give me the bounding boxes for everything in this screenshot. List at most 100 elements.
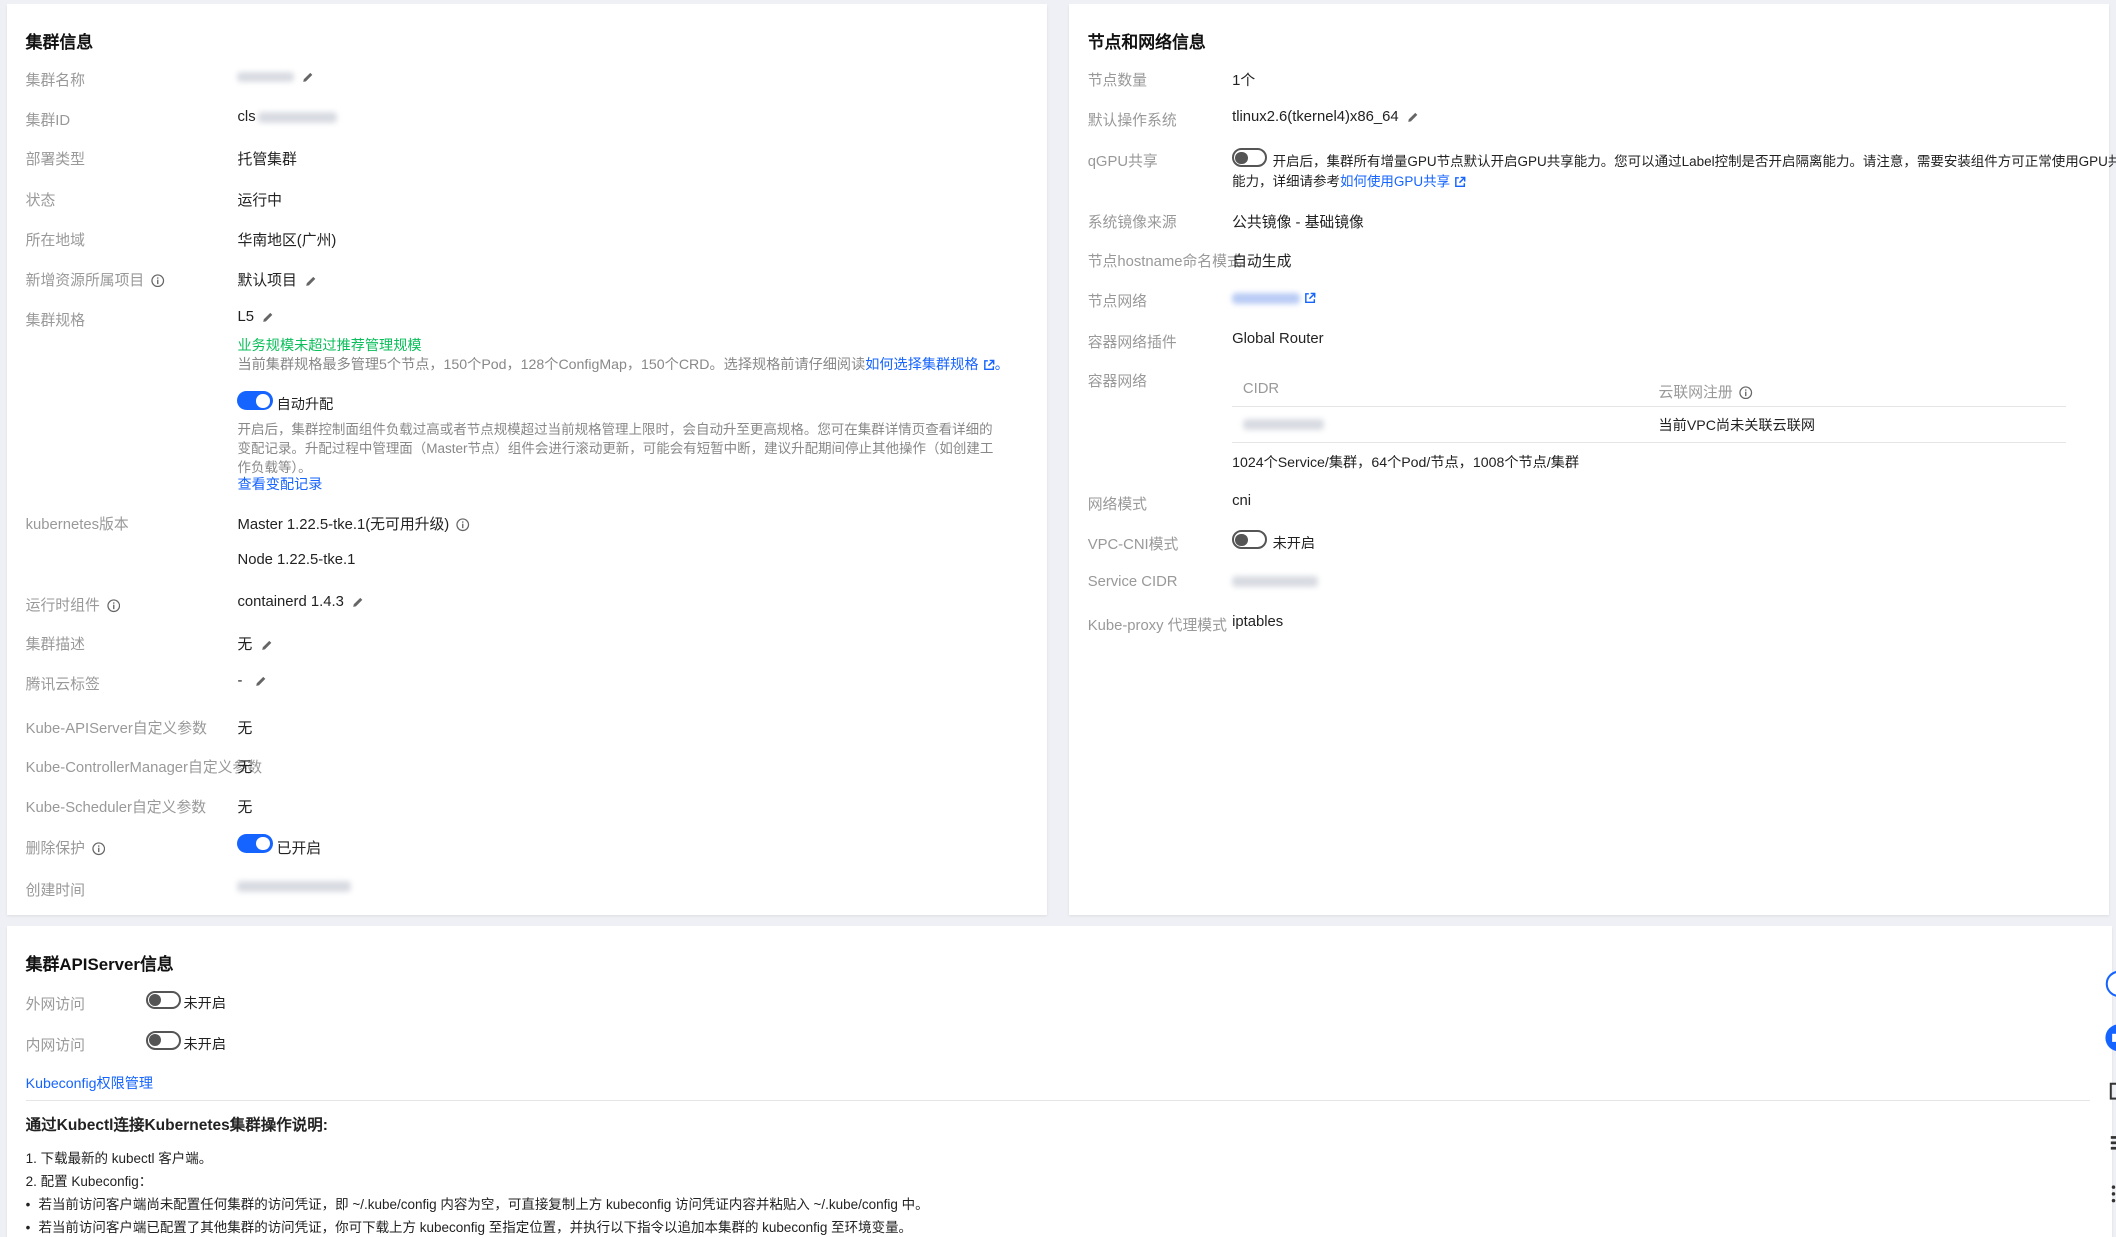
internal-access-label: 内网访问 [25, 1037, 85, 1054]
internal-access-status: 未开启 [183, 1036, 226, 1053]
project-label-text: 新增资源所属项目 [25, 272, 145, 289]
cluster-info-title: 集群信息 [25, 33, 94, 53]
node-network-label: 节点网络 [1087, 294, 1148, 311]
edit-pencil-icon[interactable] [1407, 111, 1419, 123]
internal-access-toggle[interactable] [145, 1031, 181, 1050]
controller-params-label: Kube-ControllerManager自定义参数 [25, 759, 263, 776]
table-row: 当前VPC尚未关联云联网 [1232, 407, 2067, 444]
document-icon[interactable] [2100, 1077, 2116, 1107]
info-icon[interactable] [1739, 386, 1753, 400]
external-link-icon[interactable] [1454, 176, 1466, 188]
cluster-id-prefix: cls [237, 109, 256, 126]
edit-pencil-icon[interactable] [255, 675, 267, 687]
runtime-value: containerd 1.4.3 [237, 594, 364, 610]
os-text: tlinux2.6(tkernel4)x86_64 [1232, 109, 1399, 126]
edit-pencil-icon[interactable] [302, 71, 314, 83]
like-icon[interactable] [2100, 1023, 2116, 1053]
guide-step-2: 2. 配置 Kubeconfig： [25, 1174, 153, 1189]
project-text: 默认项目 [237, 272, 297, 289]
floating-toolbar [2097, 961, 2116, 1217]
info-icon[interactable] [151, 274, 165, 288]
cluster-id-redacted [258, 111, 337, 123]
scheduler-params-value: 无 [237, 800, 253, 817]
edit-pencil-icon[interactable] [352, 596, 364, 608]
cni-plugin-label: 容器网络插件 [1087, 334, 1177, 351]
cluster-desc-label: 集群描述 [25, 636, 85, 653]
runtime-label-text: 运行时组件 [25, 597, 100, 614]
spec-guide-link[interactable]: 如何选择集群规格 [865, 357, 978, 373]
network-mode-label: 网络模式 [1087, 496, 1148, 513]
external-link-icon[interactable] [983, 359, 995, 371]
k8s-master-text: Master 1.22.5-tke.1(无可用升级) [237, 516, 450, 533]
table-header: CIDR 云联网注册 [1232, 368, 2067, 408]
spec-desc: 当前集群规格最多管理5个节点，150个Pod，128个ConfigMap，150… [237, 354, 1008, 374]
cluster-name-redacted [237, 71, 295, 83]
more-icon[interactable] [2100, 1179, 2116, 1209]
edit-pencil-icon[interactable] [262, 311, 274, 323]
bullet-dot: • [25, 1219, 31, 1235]
node-count-label: 节点数量 [1087, 72, 1148, 89]
kube-proxy-label: Kube-proxy 代理模式 [1087, 618, 1227, 635]
node-network-title: 节点和网络信息 [1087, 33, 1206, 53]
network-mode-value: cni [1232, 492, 1252, 509]
hostname-mode-value: 自动生成 [1232, 253, 1292, 270]
qgpu-guide-link[interactable]: 如何使用GPU共享 [1340, 174, 1450, 189]
tags-text: - [237, 673, 243, 690]
k8s-node-version: Node 1.22.5-tke.1 [237, 551, 356, 568]
k8s-master-version: Master 1.22.5-tke.1(无可用升级) [237, 513, 470, 534]
cni-plugin-value: Global Router [1232, 330, 1324, 347]
network-capacity: 1024个Service/集群，64个Pod/节点，1008个节点/集群 [1232, 455, 1580, 472]
edit-pencil-icon[interactable] [261, 639, 273, 651]
change-log-link[interactable]: 查看变配记录 [237, 474, 322, 494]
divider [25, 1099, 2091, 1102]
container-network-table: CIDR 云联网注册 当前VPC尚未关联云联网 [1232, 368, 2067, 444]
vpc-cni-status: 未开启 [1272, 536, 1316, 553]
guide-bullet-2-text: 若当前访问客户端已配置了其他集群的访问凭证，你可下载上方 kubeconfig … [38, 1219, 913, 1235]
cidr-cell [1242, 417, 1324, 433]
cluster-desc-text: 无 [237, 636, 253, 653]
info-icon[interactable] [106, 599, 120, 613]
kubeconfig-permission-link[interactable]: Kubeconfig权限管理 [26, 1073, 153, 1093]
help-circle-icon[interactable] [2100, 969, 2116, 999]
tags-label: 腾讯云标签 [25, 677, 100, 694]
delete-protect-toggle[interactable] [237, 833, 273, 853]
vpc-cni-toggle[interactable] [1232, 530, 1268, 550]
qgpu-desc2-text: 能力，详细请参考 [1232, 174, 1340, 190]
list-icon[interactable] [2100, 1128, 2116, 1158]
apiserver-title: 集群APIServer信息 [25, 955, 174, 975]
deploy-type-label: 部署类型 [25, 152, 85, 169]
cluster-name-value [237, 69, 314, 85]
cluster-id-label: 集群ID [25, 113, 71, 130]
region-label: 所在地域 [25, 233, 85, 250]
external-access-toggle[interactable] [145, 990, 181, 1010]
qgpu-desc-line2: 能力，详细请参考如何使用GPU共享 [1232, 170, 1466, 190]
spec-ok-text: 业务规模未超过推荐管理规模 [237, 337, 422, 354]
spec-text: L5 [237, 309, 254, 326]
vpc-link-redacted[interactable] [1232, 292, 1300, 304]
auto-upgrade-toggle[interactable] [237, 391, 273, 411]
cidr-header: CIDR [1242, 380, 1280, 397]
status-label: 状态 [25, 192, 56, 209]
created-time-label: 创建时间 [25, 882, 85, 899]
info-icon[interactable] [456, 518, 470, 532]
node-network-card: 节点和网络信息 节点数量 1个 默认操作系统 tlinux2.6(tkernel… [1068, 4, 2116, 915]
qgpu-label: qGPU共享 [1087, 153, 1158, 170]
runtime-label: 运行时组件 [26, 594, 120, 615]
created-time-value [237, 879, 351, 895]
delete-protect-label: 删除保护 [26, 837, 106, 858]
service-cidr-value [1232, 574, 1319, 590]
delete-protect-label-text: 删除保护 [25, 840, 85, 857]
cidr-redacted [1242, 419, 1324, 431]
cluster-desc-value: 无 [237, 633, 272, 654]
guide-bullet-2: • 若当前访问客户端已配置了其他集群的访问凭证，你可下载上方 kubeconfig… [26, 1216, 912, 1236]
info-icon[interactable] [92, 842, 105, 856]
edit-pencil-icon[interactable] [305, 275, 317, 287]
auto-upgrade-desc: 开启后，集群控制面组件负载过高或者节点规模超过当前规格管理上限时，会自动升至更高… [237, 422, 994, 475]
qgpu-toggle[interactable] [1232, 148, 1268, 168]
os-value: tlinux2.6(tkernel4)x86_64 [1232, 109, 1419, 125]
apiserver-params-value: 无 [237, 720, 253, 737]
external-link-icon[interactable] [1304, 292, 1316, 304]
image-source-label: 系统镜像来源 [1087, 214, 1177, 231]
ccn-cell: 当前VPC尚未关联云联网 [1658, 418, 1816, 435]
ccn-header-text: 云联网注册 [1658, 384, 1733, 401]
